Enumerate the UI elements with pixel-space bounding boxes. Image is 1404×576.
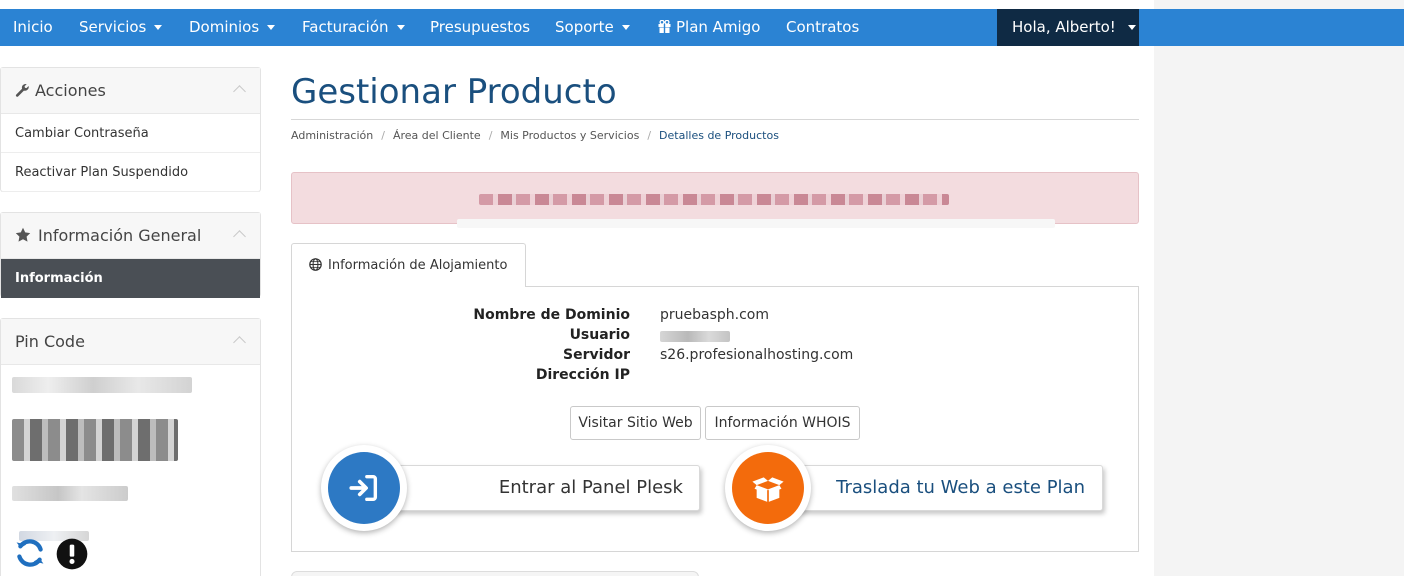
value-server: s26.profesionalhosting.com	[660, 347, 854, 363]
sidebar-panel-acciones: Acciones Cambiar Contraseña Reactivar Pl…	[0, 67, 261, 192]
nav-dominios[interactable]: Dominios	[189, 9, 276, 46]
informacion-whois-button[interactable]: Información WHOIS	[705, 406, 860, 440]
refresh-icon[interactable]	[13, 536, 47, 570]
wrench-icon	[15, 83, 29, 97]
redacted-username	[660, 331, 730, 342]
caret-down-icon	[621, 25, 630, 30]
globe-icon	[309, 258, 322, 271]
alert-icon	[56, 538, 88, 570]
breadcrumb-current: Detalles de Productos	[659, 129, 779, 142]
entrar-panel-plesk-button[interactable]: Entrar al Panel Plesk	[368, 465, 700, 511]
label-nombre-dominio: Nombre de Dominio	[473, 307, 630, 323]
panel-header[interactable]: Información General	[1, 213, 260, 259]
sidebar-panel-informacion: Información General Información	[0, 212, 261, 298]
caret-down-icon	[1127, 25, 1136, 30]
caret-down-icon	[396, 25, 405, 30]
traslada-web-button[interactable]: Traslada tu Web a este Plan	[770, 465, 1103, 511]
user-menu[interactable]: Hola, Alberto!	[997, 9, 1139, 46]
redacted-text	[12, 377, 192, 393]
panel-title: Pin Code	[15, 332, 85, 351]
migrate-circle[interactable]	[725, 445, 811, 531]
sidebar-link-informacion[interactable]: Información	[1, 259, 260, 298]
nav-soporte[interactable]: Soporte	[555, 9, 630, 46]
tab-informacion-alojamiento[interactable]: Información de Alojamiento	[291, 243, 526, 287]
breadcrumb-item[interactable]: Mis Productos y Servicios	[500, 129, 639, 142]
nav-plan-amigo[interactable]: Plan Amigo	[658, 9, 760, 46]
redacted-pin-code	[12, 419, 178, 461]
panel-title: Información General	[38, 226, 202, 245]
breadcrumb-item[interactable]: Área del Cliente	[393, 129, 481, 142]
star-icon	[15, 227, 31, 242]
chevron-up-icon[interactable]	[233, 336, 246, 349]
nav-contratos[interactable]: Contratos	[786, 9, 859, 46]
value-domain: pruebasph.com	[660, 307, 769, 323]
panel-header[interactable]: Acciones	[1, 68, 260, 114]
box-open-icon	[752, 477, 784, 503]
caret-down-icon	[267, 25, 276, 30]
caret-down-icon	[154, 25, 163, 30]
chevron-up-icon[interactable]	[233, 85, 246, 98]
label-direccion-ip: Dirección IP	[535, 367, 630, 383]
nav-facturacion[interactable]: Facturación	[302, 9, 405, 46]
sign-in-icon	[349, 474, 378, 502]
nav-inicio[interactable]: Inicio	[13, 9, 53, 46]
title-divider	[291, 119, 1139, 120]
sidebar-link-reactivar-plan[interactable]: Reactivar Plan Suspendido	[1, 153, 260, 192]
right-background	[1154, 0, 1404, 576]
alert-box	[291, 172, 1139, 228]
nav-servicios[interactable]: Servicios	[79, 9, 163, 46]
label-usuario: Usuario	[569, 327, 630, 343]
plesk-circle[interactable]	[321, 445, 407, 531]
gift-icon	[658, 20, 671, 33]
visitar-sitio-web-button[interactable]: Visitar Sitio Web	[570, 406, 701, 440]
sidebar-link-cambiar-contrasena[interactable]: Cambiar Contraseña	[1, 114, 260, 153]
redacted-alert-text	[479, 194, 949, 205]
redacted-alert-text	[457, 219, 1055, 228]
breadcrumb: Administración / Área del Cliente / Mis Prod…	[291, 129, 779, 142]
breadcrumb-item[interactable]: Administración	[291, 129, 373, 142]
nav-presupuestos[interactable]: Presupuestos	[430, 9, 530, 46]
sidebar-panel-pin-code: Pin Code	[0, 318, 261, 576]
panel-header[interactable]: Pin Code	[1, 319, 260, 365]
redacted-text	[12, 486, 128, 501]
panel-title: Acciones	[35, 81, 106, 100]
page-title: Gestionar Producto	[291, 72, 617, 112]
secondary-tab[interactable]	[291, 571, 699, 576]
label-servidor: Servidor	[563, 347, 630, 363]
top-navbar: Inicio Servicios Dominios Facturación Pr…	[0, 9, 1404, 46]
chevron-up-icon[interactable]	[233, 230, 246, 243]
